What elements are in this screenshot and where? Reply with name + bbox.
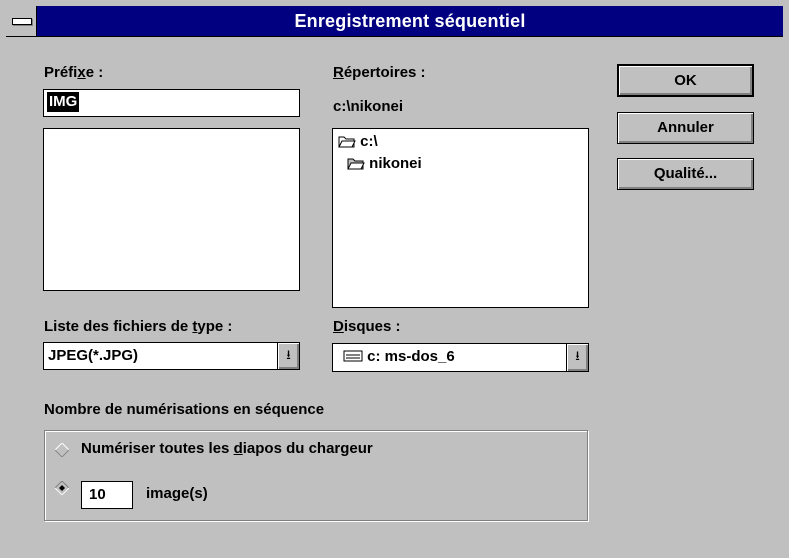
ok-button[interactable]: OK	[617, 64, 754, 97]
cancel-button[interactable]: Annuler	[617, 112, 754, 144]
dialog-client: Préfixe : IMG Répertoires : c:\nikonei c…	[6, 37, 783, 552]
title-bar: Enregistrement séquentiel	[6, 6, 783, 37]
option-all-label: Numériser toutes les diapos du chargeur	[81, 440, 373, 457]
image-count-suffix: image(s)	[146, 485, 208, 502]
window-title: Enregistrement séquentiel	[294, 11, 526, 31]
tree-item-root[interactable]: c:\	[338, 133, 378, 150]
tree-item-nikonei[interactable]: nikonei	[347, 155, 422, 172]
open-folder-icon	[338, 136, 356, 148]
radio-diamond-selected-icon	[55, 481, 69, 495]
file-type-select[interactable]: JPEG(*.JPG) ⭳	[43, 342, 300, 370]
system-menu-button[interactable]	[6, 6, 37, 36]
dialog-window: Enregistrement séquentiel Préfixe : IMG …	[0, 0, 787, 556]
dropdown-arrow-icon: ⭳	[575, 348, 580, 363]
sequence-group-box: Numériser toutes les diapos du chargeur …	[44, 430, 588, 521]
drives-dropdown-button[interactable]: ⭳	[566, 344, 588, 371]
prefix-value: IMG	[47, 92, 80, 112]
system-menu-icon	[12, 18, 32, 25]
image-count-input[interactable]: 10	[81, 481, 133, 509]
dropdown-arrow-icon: ⭳	[286, 347, 291, 362]
drives-value: c: ms-dos_6	[343, 344, 455, 370]
option-count[interactable]: 10 image(s)	[55, 481, 315, 509]
file-type-dropdown-button[interactable]: ⭳	[277, 343, 299, 369]
quality-button[interactable]: Qualité...	[617, 158, 754, 190]
radio-diamond-icon	[55, 443, 69, 457]
file-type-value: JPEG(*.JPG)	[48, 347, 139, 364]
sequence-group-label: Nombre de numérisations en séquence	[44, 401, 325, 418]
open-folder-icon	[347, 158, 365, 170]
prefix-input[interactable]: IMG	[43, 89, 300, 117]
directories-label: Répertoires :	[333, 64, 426, 81]
file-type-label: Liste des fichiers de type :	[44, 318, 233, 335]
prefix-label: Préfixe :	[44, 64, 104, 81]
file-list[interactable]	[43, 128, 300, 291]
drives-label: Disques :	[333, 318, 401, 335]
directory-tree[interactable]: c:\ nikonei	[332, 128, 589, 308]
drives-select[interactable]: c: ms-dos_6 ⭳	[332, 343, 589, 372]
drive-icon	[343, 350, 363, 362]
current-path: c:\nikonei	[333, 98, 404, 115]
image-count-value: 10	[89, 486, 106, 503]
